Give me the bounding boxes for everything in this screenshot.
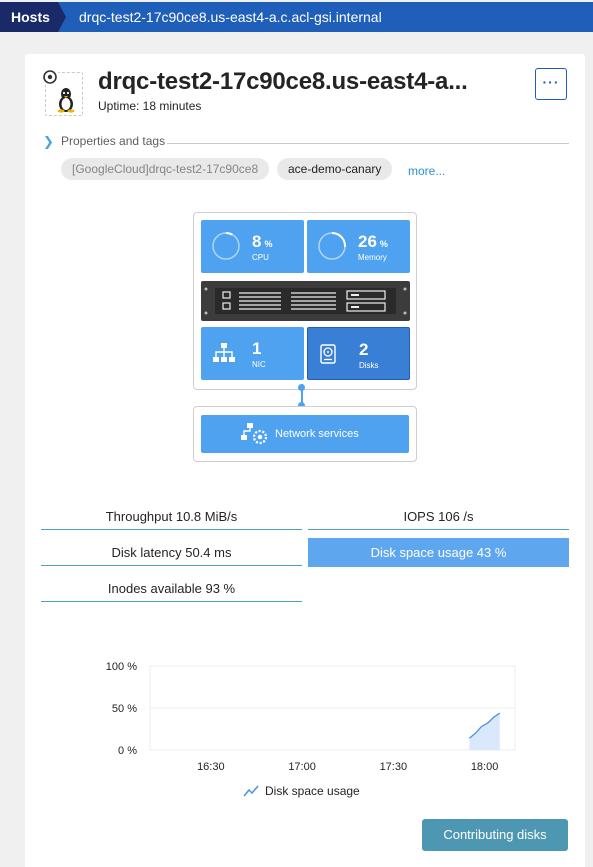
cpu-unit: % — [264, 239, 273, 249]
network-services-box: Network services — [193, 406, 417, 462]
line-chart-legend-icon — [243, 785, 259, 797]
network-services-icon — [241, 423, 268, 445]
breadcrumb-separator — [58, 2, 66, 32]
nic-tile[interactable]: 1 NIC — [201, 327, 304, 380]
chart-x-tick: 17:00 — [288, 761, 316, 773]
cpu-value: 8 — [252, 232, 262, 251]
nic-value: 1 — [252, 339, 262, 358]
memory-ring-icon — [318, 232, 346, 260]
cpu-ring-icon — [212, 232, 240, 260]
more-tags-link[interactable]: more... — [408, 164, 445, 178]
host-infographic: 8% CPU 26% Memory 1 NIC 2 Disks — [193, 212, 417, 390]
cpu-tile[interactable]: 8% CPU — [201, 220, 304, 273]
connector-dot — [298, 384, 305, 391]
chart-y-tick: 0 % — [118, 745, 137, 757]
metric-disk-latency[interactable]: Disk latency 50.4 ms — [41, 542, 302, 566]
chart-y-tick: 100 % — [106, 661, 137, 673]
chart-x-tick: 18:00 — [471, 761, 499, 773]
chevron-right-icon: ❯ — [43, 134, 54, 149]
network-services-label: Network services — [275, 428, 359, 440]
disks-tile[interactable]: 2 Disks — [307, 327, 410, 380]
metric-inodes-available[interactable]: Inodes available 93 % — [41, 578, 302, 602]
host-card: drqc-test2-17c90ce8.us-east4-a... Uptime… — [25, 54, 585, 867]
memory-value: 26 — [358, 232, 377, 251]
nic-label: NIC — [252, 360, 266, 369]
chart-x-tick: 16:30 — [197, 761, 225, 773]
network-services-tile[interactable]: Network services — [201, 415, 409, 453]
metric-disk-space-usage[interactable]: Disk space usage 43 % — [308, 538, 569, 567]
breadcrumb: Hosts drqc-test2-17c90ce8.us-east4-a.c.a… — [0, 0, 593, 34]
network-topology-icon — [213, 343, 235, 362]
memory-tile[interactable]: 26% Memory — [307, 220, 410, 273]
memory-value-wrap: 26% — [358, 232, 388, 252]
more-actions-button[interactable]: ··· — [535, 68, 567, 100]
settings-badge-icon — [42, 69, 58, 85]
breadcrumb-hosts[interactable]: Hosts — [0, 2, 58, 32]
memory-label: Memory — [358, 253, 387, 262]
cpu-label: CPU — [252, 253, 269, 262]
tag-ace-demo-canary[interactable]: ace-demo-canary — [277, 158, 393, 180]
memory-unit: % — [379, 239, 388, 249]
disks-label: Disks — [359, 361, 379, 370]
metric-throughput[interactable]: Throughput 10.8 MiB/s — [41, 506, 302, 530]
page-title: drqc-test2-17c90ce8.us-east4-a... — [98, 68, 468, 95]
breadcrumb-host[interactable]: drqc-test2-17c90ce8.us-east4-a.c.acl-gsi… — [58, 2, 593, 32]
server-rack-icon — [201, 281, 410, 321]
host-os-icon — [42, 69, 83, 116]
metric-iops[interactable]: IOPS 106 /s — [308, 506, 569, 530]
uptime-text: Uptime: 18 minutes — [98, 99, 202, 113]
chart-x-tick: 17:30 — [380, 761, 408, 773]
chart-y-tick: 50 % — [112, 703, 137, 715]
hard-disk-icon — [320, 344, 336, 364]
chart-legend-label: Disk space usage — [265, 784, 360, 798]
disks-value: 2 — [359, 340, 369, 359]
properties-label: Properties and tags — [61, 134, 166, 148]
tag-googlecloud[interactable]: [GoogleCloud]drqc-test2-17c90ce8 — [61, 158, 270, 180]
linux-tux-icon — [57, 88, 75, 113]
cpu-value-wrap: 8% — [252, 232, 272, 252]
properties-toggle[interactable]: ❯ Properties and tags — [43, 134, 569, 149]
contributing-disks-button[interactable]: Contributing disks — [422, 819, 568, 851]
divider — [167, 143, 569, 144]
